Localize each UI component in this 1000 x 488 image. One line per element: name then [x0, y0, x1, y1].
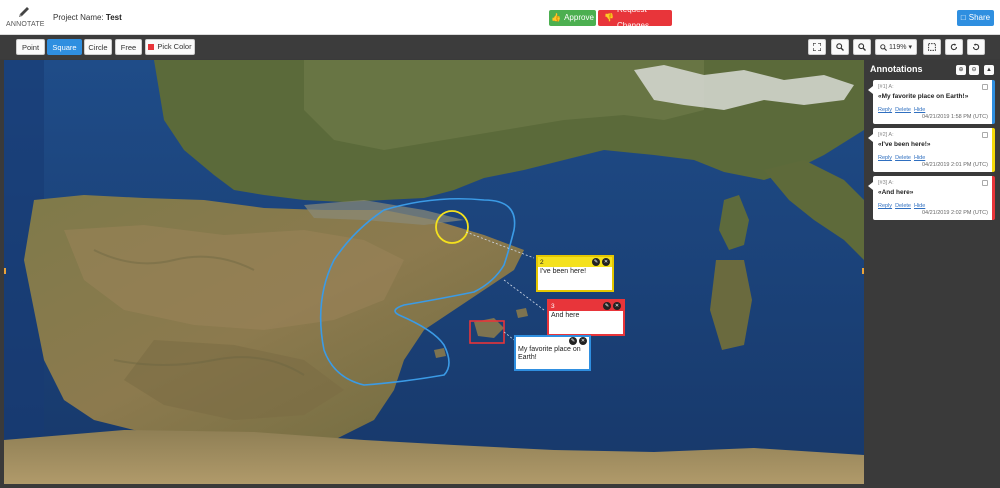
share-button[interactable]: □ Share	[957, 10, 994, 26]
card-number: [#2] A:	[878, 132, 894, 138]
brand[interactable]: ANNOTATE	[6, 4, 45, 28]
zoom-in-icon	[836, 43, 844, 51]
color-swatch-icon	[148, 44, 155, 50]
zoom-level-label: 119%	[889, 43, 907, 51]
hide-link[interactable]: Hide	[914, 107, 925, 113]
tool-circle-button[interactable]: Circle	[84, 39, 112, 55]
card-date: 04/21/2019 1:58 PM (UTC)	[921, 114, 988, 120]
card-text: «My favorite place on Earth!»	[878, 93, 969, 100]
tool-square-button[interactable]: Square	[47, 39, 82, 55]
zoom-out-icon	[858, 43, 866, 51]
approve-label: Approve	[564, 13, 594, 22]
card-text: «And here»	[878, 189, 914, 196]
select-region-button[interactable]	[923, 39, 941, 55]
annotation-card[interactable]: [#3] A: «And here» Reply Delete Hide 04/…	[868, 176, 995, 220]
plus-circle-icon: ⊕	[958, 67, 964, 73]
card-date: 04/21/2019 2:01 PM (UTC)	[921, 162, 988, 168]
close-icon[interactable]: ✕	[613, 302, 621, 310]
hide-link[interactable]: Hide	[914, 155, 925, 161]
pick-color-button[interactable]: Pick Color	[145, 39, 195, 55]
popup-header: ✎ ✕	[516, 337, 589, 345]
thumbs-up-icon: 👍	[551, 13, 562, 22]
card-checkbox[interactable]	[982, 84, 988, 90]
card-number: [#3] A:	[878, 180, 894, 186]
panel-add-button[interactable]: ⊕	[956, 65, 966, 75]
fit-button[interactable]	[808, 39, 826, 55]
top-header: ANNOTATE Project Name: Test 👍 Approve 👎 …	[0, 0, 1000, 35]
panel-title: Annotations	[870, 64, 923, 74]
project-value: Test	[105, 13, 122, 22]
popup-number: 3	[551, 302, 555, 310]
rotate-button[interactable]	[945, 39, 963, 55]
toolbar: Point Square Circle Free Pick Color 119%…	[0, 35, 1000, 59]
card-checkbox[interactable]	[982, 132, 988, 138]
project-label: Project Name:	[53, 13, 104, 22]
panel-remove-button[interactable]: ⊖	[969, 65, 979, 75]
annotation-popup-3[interactable]: 3 ✎ ✕ And here	[547, 299, 625, 336]
annotation-popup-2[interactable]: 2 ✎ ✕ I've been here!	[536, 255, 614, 292]
approve-button[interactable]: 👍 Approve	[549, 10, 596, 26]
annotation-canvas[interactable]: 2 ✎ ✕ I've been here! 3 ✎ ✕ And here ✎ ✕…	[4, 60, 864, 484]
reply-link[interactable]: Reply	[878, 203, 892, 209]
card-number: [#1] A:	[878, 84, 894, 90]
delete-link[interactable]: Delete	[895, 107, 911, 113]
annotation-card[interactable]: [#1] A: «My favorite place on Earth!» Re…	[868, 80, 995, 124]
zoom-in-button[interactable]	[831, 39, 849, 55]
delete-link[interactable]: Delete	[895, 155, 911, 161]
close-icon[interactable]: ✕	[579, 337, 587, 345]
edit-icon[interactable]: ✎	[603, 302, 611, 310]
zoom-out-button[interactable]	[853, 39, 871, 55]
popup-text: I've been here!	[540, 268, 587, 275]
popup-header: 3 ✎ ✕	[549, 301, 623, 311]
right-resize-handle[interactable]	[862, 268, 864, 274]
close-icon[interactable]: ✕	[602, 258, 610, 266]
popup-number: 2	[540, 258, 544, 266]
reply-link[interactable]: Reply	[878, 155, 892, 161]
card-date: 04/21/2019 2:02 PM (UTC)	[921, 210, 988, 216]
project-name: Project Name: Test	[53, 13, 122, 22]
caret-up-icon: ▲	[986, 67, 992, 73]
app-window: ANNOTATE Project Name: Test 👍 Approve 👎 …	[0, 0, 1000, 488]
edit-icon[interactable]: ✎	[592, 258, 600, 266]
satellite-map-image	[4, 60, 864, 484]
share-icon: □	[960, 13, 966, 22]
select-region-icon	[928, 43, 936, 51]
undo-button[interactable]	[967, 39, 985, 55]
annotation-popup-1[interactable]: ✎ ✕ My favorite place on Earth!	[514, 335, 591, 371]
card-text: «I've been here!»	[878, 141, 931, 148]
reply-link[interactable]: Reply	[878, 107, 892, 113]
minus-circle-icon: ⊖	[971, 67, 977, 73]
request-label: Request Changes	[616, 5, 649, 30]
panel-collapse-button[interactable]: ▲	[984, 65, 994, 75]
annotations-panel: Annotations ⊕ ⊖ ▲ [#1] A: «My favorite p…	[866, 60, 1000, 488]
undo-icon	[972, 43, 980, 51]
request-changes-button[interactable]: 👎 Request Changes	[598, 5, 672, 30]
tool-free-button[interactable]: Free	[115, 39, 142, 55]
thumbs-down-icon: 👎	[604, 13, 614, 22]
fit-icon	[813, 43, 821, 51]
hide-link[interactable]: Hide	[914, 203, 925, 209]
card-checkbox[interactable]	[982, 180, 988, 186]
pick-color-label: Pick Color	[157, 42, 192, 51]
edit-icon[interactable]: ✎	[569, 337, 577, 345]
popup-text: My favorite place on Earth!	[518, 346, 581, 361]
delete-link[interactable]: Delete	[895, 203, 911, 209]
share-label: Share	[968, 13, 991, 22]
zoom-select-icon	[880, 43, 888, 51]
popup-header: 2 ✎ ✕	[538, 257, 612, 267]
annotation-card[interactable]: [#2] A: «I've been here!» Reply Delete H…	[868, 128, 995, 172]
popup-text: And here	[551, 312, 580, 319]
left-resize-handle[interactable]	[4, 268, 6, 274]
zoom-level-dropdown[interactable]: 119% ▾	[875, 39, 917, 55]
brand-label: ANNOTATE	[6, 21, 45, 28]
caret-down-icon: ▾	[908, 44, 912, 51]
tool-point-button[interactable]: Point	[16, 39, 45, 55]
rotate-icon	[950, 43, 958, 51]
pencil-icon	[19, 7, 29, 17]
